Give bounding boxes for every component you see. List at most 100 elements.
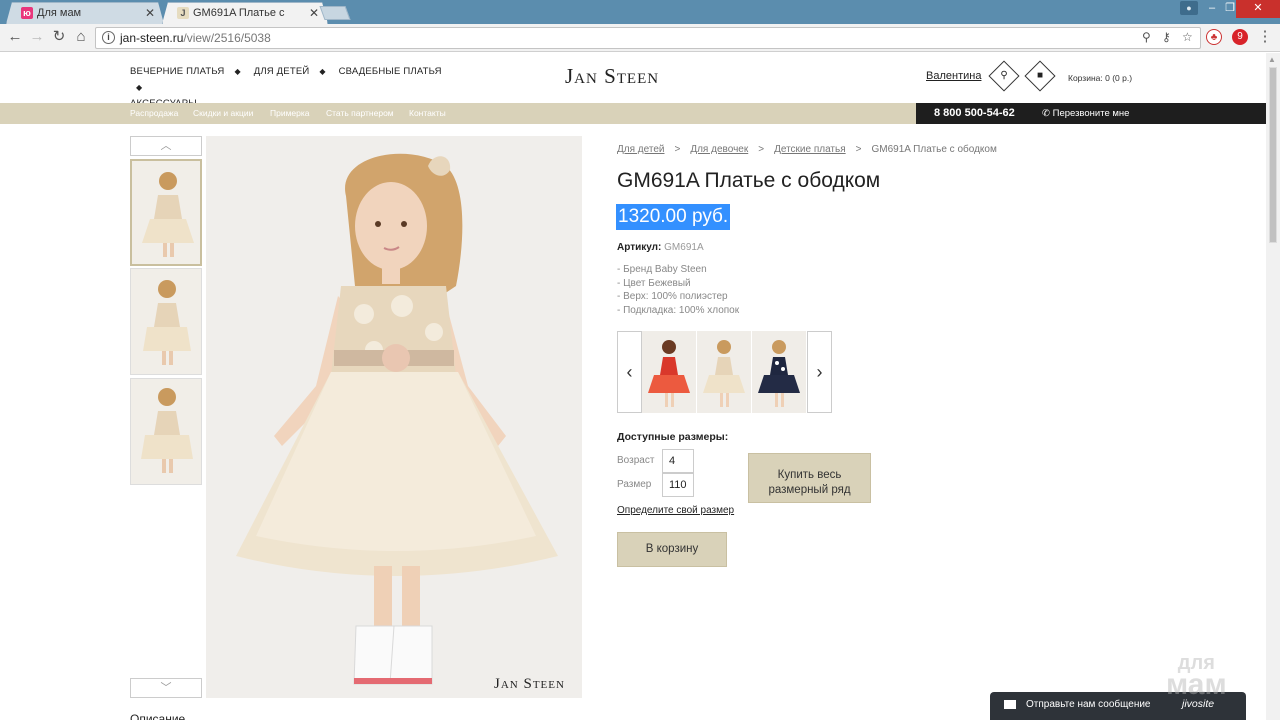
- chat-prompt: Отправьте нам сообщение: [1026, 699, 1151, 710]
- profile-icon[interactable]: ●: [1180, 1, 1198, 15]
- feature-item: - Подкладка: 100% хлопок: [617, 304, 740, 316]
- reload-icon[interactable]: ↻: [50, 28, 68, 46]
- close-icon[interactable]: ✕: [309, 3, 319, 23]
- home-icon[interactable]: ⌂: [72, 28, 90, 46]
- key-icon[interactable]: ⚷: [1162, 30, 1171, 44]
- scrollbar-thumb[interactable]: [1269, 67, 1277, 243]
- extension-icon[interactable]: ♣: [1206, 29, 1222, 45]
- scroll-up-icon[interactable]: ▲: [1268, 55, 1276, 64]
- breadcrumb: Для детей > Для девочек > Детские платья > GM6…: [617, 144, 997, 155]
- phone-number[interactable]: 8 800 500-54-62: [934, 107, 1015, 119]
- cart-summary[interactable]: Корзина: 0 (0 р.): [1068, 73, 1132, 83]
- product-sku: Артикул: GM691A: [617, 242, 704, 253]
- star-icon[interactable]: ☆: [1182, 30, 1193, 44]
- bag-icon: ■: [1036, 70, 1044, 81]
- related-item-red-dress[interactable]: [642, 331, 696, 413]
- navy-dress-image: [752, 331, 806, 413]
- thumbnail-3[interactable]: [130, 378, 202, 485]
- chevron-up-icon: ︿: [160, 140, 172, 152]
- thumbnail-1[interactable]: [130, 159, 202, 266]
- link-discounts[interactable]: Скидки и акции: [193, 108, 253, 118]
- envelope-icon: [1004, 700, 1016, 709]
- size-label: Размер: [617, 479, 652, 490]
- close-icon[interactable]: ✕: [145, 3, 155, 23]
- back-icon[interactable]: ←: [6, 28, 24, 46]
- breadcrumb-kids-dresses[interactable]: Детские платья: [774, 144, 846, 155]
- description-tab[interactable]: Описание: [130, 712, 185, 720]
- age-field[interactable]: 4: [662, 449, 694, 473]
- browser-window: ю Для мам ✕ J GM691A Платье с обод ✕ ● –…: [0, 0, 1280, 720]
- phone-icon: ✆: [1042, 108, 1050, 119]
- beige-dress-image: [697, 331, 751, 413]
- tab-favicon: ю: [21, 7, 33, 19]
- feature-item: - Бренд Baby Steen: [617, 264, 707, 275]
- sizes-heading: Доступные размеры:: [617, 431, 729, 443]
- link-sale[interactable]: Распродажа: [130, 108, 178, 118]
- cart-button[interactable]: ■: [1024, 60, 1056, 92]
- related-carousel: ‹ ›: [617, 331, 833, 413]
- nav-wedding-dresses[interactable]: свадебные платья: [339, 64, 442, 80]
- phone-bar: 8 800 500-54-62 ✆ Перезвоните мне: [916, 103, 1266, 124]
- new-tab-button[interactable]: [319, 6, 351, 20]
- tab-product[interactable]: J GM691A Платье с обод ✕: [162, 2, 328, 24]
- tab-favicon: J: [177, 7, 189, 19]
- thumbs-up-button[interactable]: ︿: [130, 136, 202, 156]
- girl-dress-thumbnail: [132, 161, 200, 264]
- extension-badge-icon[interactable]: 9: [1232, 29, 1248, 45]
- carousel-next-button[interactable]: ›: [807, 331, 832, 413]
- nav-separator: ◆: [136, 83, 143, 92]
- feature-item: - Верх: 100% полиэстер: [617, 291, 728, 302]
- link-fitting[interactable]: Примерка: [270, 108, 310, 118]
- search-button[interactable]: ⚲: [988, 60, 1020, 92]
- search-icon: ⚲: [1000, 70, 1008, 81]
- thumbs-down-button[interactable]: ﹀: [130, 678, 202, 698]
- info-icon[interactable]: i: [102, 31, 115, 44]
- product-price: 1320.00 руб.: [616, 204, 731, 230]
- user-account-link[interactable]: Валентина: [926, 70, 981, 82]
- sku-value: GM691A: [664, 242, 704, 253]
- carousel-prev-button[interactable]: ‹: [617, 331, 642, 413]
- url-text: jan-steen.ru/view/2516/5038: [120, 31, 271, 45]
- tab-dlya-mam[interactable]: ю Для мам ✕: [6, 2, 164, 24]
- add-to-cart-button[interactable]: В корзину: [617, 532, 727, 567]
- photo-watermark-logo: Jan Steen: [494, 676, 565, 692]
- size-field[interactable]: 110: [662, 473, 694, 497]
- chevron-right-icon: ›: [816, 362, 823, 382]
- product-title: GM691A Платье с ободком: [617, 169, 881, 192]
- girl-in-dress-image: [206, 136, 582, 698]
- breadcrumb-current: GM691A Платье с ободком: [871, 144, 997, 155]
- chevron-down-icon: ﹀: [160, 682, 172, 694]
- nav-separator: ◆: [319, 67, 326, 76]
- related-item-beige-dress[interactable]: [697, 331, 751, 413]
- feature-item: - Цвет Бежевый: [617, 277, 691, 289]
- chevron-left-icon: ‹: [626, 362, 633, 382]
- breadcrumb-separator: >: [855, 144, 862, 155]
- breadcrumb-separator: >: [758, 144, 765, 155]
- nav-kids[interactable]: для детей: [254, 64, 310, 80]
- page-scrollbar[interactable]: ▲: [1266, 53, 1280, 720]
- thumbnail-2[interactable]: [130, 268, 202, 375]
- site-watermark: для мам: [1166, 652, 1227, 701]
- window-close-icon[interactable]: ✕: [1236, 0, 1280, 18]
- forward-icon[interactable]: →: [28, 28, 46, 46]
- girl-dress-thumbnail: [131, 269, 201, 374]
- sku-label: Артикул:: [617, 242, 662, 253]
- breadcrumb-girls[interactable]: Для девочек: [690, 144, 748, 155]
- menu-icon[interactable]: ⋮: [1256, 28, 1274, 46]
- size-guide-link[interactable]: Определите свой размер: [617, 505, 734, 516]
- site-logo[interactable]: Jan Steen: [565, 64, 659, 89]
- buy-size-set-button[interactable]: Купить весь размерный ряд: [748, 453, 871, 503]
- callback-link[interactable]: ✆ Перезвоните мне: [1042, 108, 1129, 119]
- breadcrumb-separator: >: [674, 144, 681, 155]
- related-item-navy-dress[interactable]: [752, 331, 806, 413]
- zoom-icon[interactable]: ⚲: [1142, 30, 1151, 44]
- nav-separator: ◆: [234, 67, 241, 76]
- link-partner[interactable]: Стать партнером: [326, 108, 394, 118]
- link-contacts[interactable]: Контакты: [409, 108, 446, 118]
- nav-evening-dresses[interactable]: вечерние платья: [130, 64, 224, 80]
- address-bar[interactable]: i jan-steen.ru/view/2516/5038 ⚲ ⚷ ☆: [95, 27, 1201, 49]
- girl-dress-thumbnail: [131, 379, 201, 484]
- breadcrumb-kids[interactable]: Для детей: [617, 144, 664, 155]
- red-dress-image: [642, 331, 696, 413]
- main-product-photo[interactable]: Jan Steen: [206, 136, 582, 698]
